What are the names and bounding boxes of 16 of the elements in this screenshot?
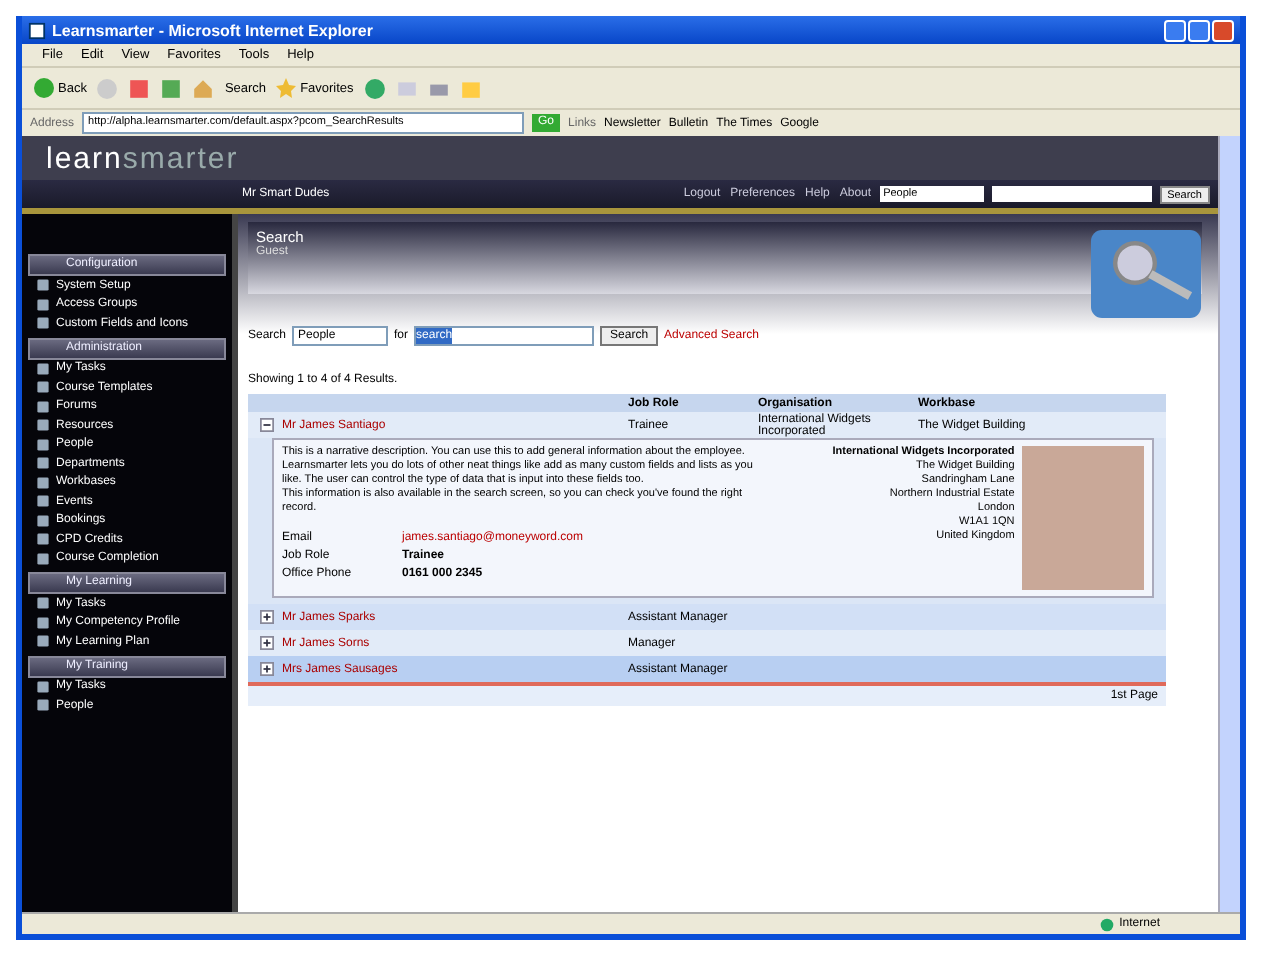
photo-placeholder — [1022, 446, 1144, 590]
plus-minus-icon — [260, 662, 274, 676]
vertical-scrollbar[interactable] — [1218, 136, 1240, 912]
search-field[interactable] — [991, 186, 1152, 202]
close-button[interactable] — [1212, 19, 1234, 41]
window-title: Learnsmarter - Microsoft Internet Explorer — [52, 21, 373, 39]
home-icon[interactable] — [192, 77, 215, 99]
plus-minus-icon — [260, 610, 274, 624]
plus-minus-icon — [260, 636, 274, 650]
plus-minus-icon — [260, 418, 274, 432]
star-icon — [276, 78, 297, 98]
magnifier-icon — [1090, 230, 1202, 318]
maximize-button[interactable] — [1188, 19, 1210, 41]
minimize-button[interactable] — [1164, 19, 1186, 41]
page-icon — [28, 21, 46, 39]
logo: learnsmarter — [46, 141, 239, 175]
